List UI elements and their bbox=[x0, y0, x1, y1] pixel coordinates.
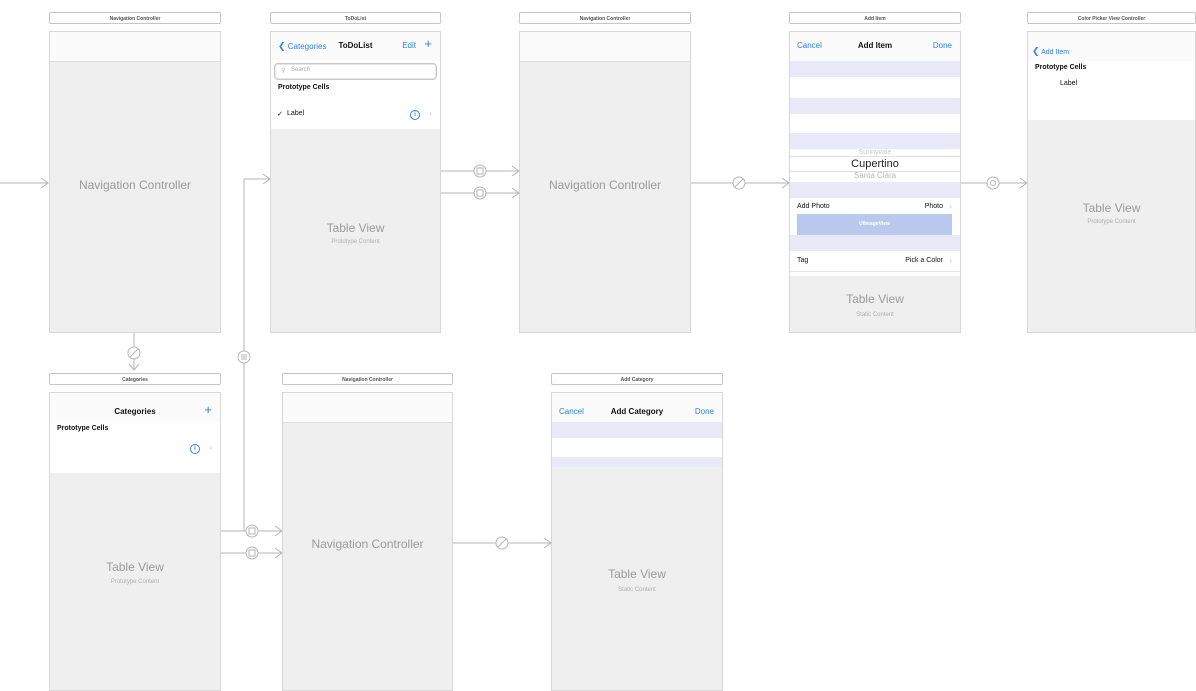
scene-screen[interactable]: Navigation Controller bbox=[282, 392, 453, 691]
info-icon[interactable]: i bbox=[410, 110, 420, 120]
navigation-bar: Categories + bbox=[50, 393, 220, 423]
plus-icon[interactable]: + bbox=[424, 36, 432, 51]
scene-color-picker[interactable]: Color Picker View Controller ❮ Add Item … bbox=[1027, 12, 1196, 333]
back-button[interactable]: ❮ Add Item bbox=[1032, 46, 1069, 57]
scene-title[interactable]: ToDoList bbox=[270, 12, 441, 24]
scene-screen[interactable]: ❮ Categories ToDoList Edit + ⚲ Search Pr… bbox=[270, 31, 441, 333]
navigation-bar: ❮ Add Item bbox=[1028, 32, 1195, 62]
info-icon[interactable]: i bbox=[190, 444, 200, 454]
chevron-right-icon: › bbox=[429, 109, 432, 118]
scene-title[interactable]: Color Picker View Controller bbox=[1027, 12, 1196, 24]
section-band bbox=[790, 98, 960, 114]
cell-label[interactable]: Label bbox=[1060, 80, 1077, 87]
cell-detail: Photo bbox=[924, 203, 943, 210]
scene-screen[interactable]: Navigation Controller bbox=[519, 31, 691, 333]
scene-categories[interactable]: Categories Categories + Prototype Cells … bbox=[49, 373, 221, 691]
scene-center-label: Navigation Controller bbox=[78, 178, 192, 192]
navigation-bar bbox=[50, 32, 220, 62]
picker-selected-option: Cupertino bbox=[790, 156, 960, 172]
section-band bbox=[790, 235, 960, 251]
cell-label: Label bbox=[287, 110, 305, 117]
section-band bbox=[790, 61, 960, 77]
scene-navigation-controller-1[interactable]: Navigation Controller Navigation Control… bbox=[49, 12, 221, 333]
section-band bbox=[790, 182, 960, 198]
search-input[interactable]: ⚲ Search bbox=[274, 63, 437, 80]
scene-screen[interactable]: Cancel Add Category Done Table View Stat… bbox=[551, 392, 723, 691]
section-band bbox=[552, 422, 722, 438]
done-button[interactable]: Done bbox=[695, 407, 714, 416]
scene-title[interactable]: Add Item bbox=[789, 12, 961, 24]
search-placeholder: Search bbox=[291, 67, 311, 73]
navigation-bar bbox=[283, 393, 452, 423]
table-content-type: Static Content bbox=[856, 312, 894, 318]
scene-title[interactable]: Categories bbox=[49, 373, 221, 385]
checkmark-icon: ✓ bbox=[277, 111, 283, 118]
scene-title[interactable]: Navigation Controller bbox=[519, 12, 691, 24]
table-view-label: Table View bbox=[106, 560, 164, 574]
table-row[interactable]: i › bbox=[50, 438, 220, 456]
table-content-type: Static Content bbox=[618, 587, 656, 593]
section-header: Prototype Cells bbox=[278, 84, 330, 91]
section-band bbox=[552, 457, 722, 467]
chevron-right-icon: › bbox=[949, 202, 952, 211]
section-header: Prototype Cells bbox=[1035, 64, 1087, 71]
scene-center-label: Navigation Controller bbox=[311, 537, 424, 551]
chevron-right-icon: › bbox=[209, 443, 212, 452]
scene-screen[interactable]: ❮ Add Item Prototype Cells Label Table V… bbox=[1027, 31, 1196, 333]
picker-option: Sunnyvale bbox=[858, 149, 892, 156]
image-view: UIImageView bbox=[797, 214, 952, 235]
scene-navigation-controller-2[interactable]: Navigation Controller Navigation Control… bbox=[519, 12, 691, 333]
done-button[interactable]: Done bbox=[933, 41, 952, 50]
table-row[interactable]: ✓ Label i › bbox=[271, 102, 440, 126]
cell-label: Tag bbox=[797, 257, 809, 264]
navigation-bar: Cancel Add Category Done bbox=[552, 393, 722, 423]
navigation-bar: Cancel Add Item Done bbox=[790, 32, 960, 62]
picker-option: Santa Clara bbox=[853, 171, 897, 180]
scene-title[interactable]: Navigation Controller bbox=[282, 373, 453, 385]
table-view-label: Table View bbox=[608, 567, 666, 581]
chevron-left-icon: ❮ bbox=[1032, 46, 1040, 56]
search-icon: ⚲ bbox=[281, 68, 286, 74]
chevron-right-icon: › bbox=[949, 256, 952, 265]
table-content-type: Prototype Content bbox=[110, 579, 160, 585]
scene-screen[interactable]: Categories + Prototype Cells i › Table V… bbox=[49, 392, 221, 691]
section-band bbox=[790, 133, 960, 149]
scene-title[interactable]: Navigation Controller bbox=[49, 12, 221, 24]
cell-detail: Pick a Color bbox=[905, 257, 943, 264]
navigation-bar bbox=[520, 32, 690, 62]
table-row-tag[interactable]: Tag Pick a Color › bbox=[790, 252, 960, 272]
back-button-label: Add Item bbox=[1041, 49, 1070, 56]
table-view-label: Table View bbox=[846, 292, 904, 306]
scene-title[interactable]: Add Category bbox=[551, 373, 723, 385]
scene-center-label: Navigation Controller bbox=[548, 178, 662, 192]
table-content-type: Prototype Content bbox=[1087, 219, 1136, 225]
city-picker[interactable]: Sunnyvale Cupertino Santa Clara bbox=[790, 149, 960, 181]
edit-button[interactable]: Edit bbox=[402, 41, 416, 50]
table-content-type: Prototype Content bbox=[331, 239, 380, 245]
scene-add-item[interactable]: Add Item Cancel Add Item Done Sunnyvale … bbox=[789, 12, 961, 333]
table-view-label: Table View bbox=[326, 221, 385, 235]
scene-navigation-controller-3[interactable]: Navigation Controller Navigation Control… bbox=[282, 373, 453, 691]
navigation-bar: ❮ Categories ToDoList Edit + bbox=[271, 32, 440, 62]
section-header: Prototype Cells bbox=[57, 425, 109, 432]
plus-icon[interactable]: + bbox=[204, 402, 212, 417]
table-view-label: Table View bbox=[1082, 201, 1141, 215]
nav-title: Categories bbox=[114, 407, 156, 416]
scene-add-category[interactable]: Add Category Cancel Add Category Done Ta… bbox=[551, 373, 723, 691]
scene-todolist[interactable]: ToDoList ❮ Categories ToDoList Edit + ⚲ … bbox=[270, 12, 441, 333]
cell-label: Add Photo bbox=[797, 203, 830, 210]
scene-screen[interactable]: Cancel Add Item Done Sunnyvale Cupertino… bbox=[789, 31, 961, 333]
scene-screen[interactable]: Navigation Controller bbox=[49, 31, 221, 333]
